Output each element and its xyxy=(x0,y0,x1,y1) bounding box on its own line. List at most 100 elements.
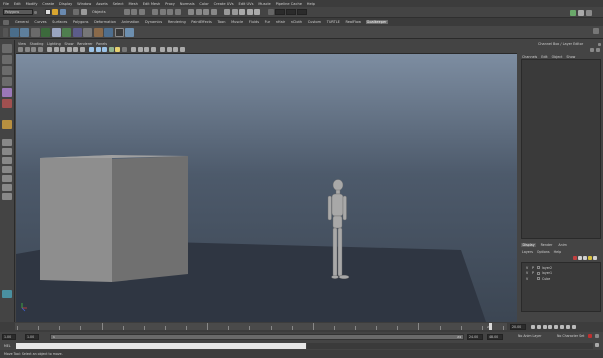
shelf-item-muscle-12-icon[interactable] xyxy=(125,27,134,37)
go-to-start-icon[interactable] xyxy=(531,325,535,329)
field-chart-icon[interactable] xyxy=(73,47,78,52)
shelf-tab-animation[interactable]: Animation xyxy=(121,20,141,24)
snap-point-icon[interactable] xyxy=(203,9,210,15)
layer-name[interactable]: layer1 xyxy=(542,271,552,275)
textured-icon[interactable] xyxy=(108,47,114,52)
select-deformations-icon[interactable] xyxy=(152,9,159,15)
current-time-marker[interactable] xyxy=(489,323,492,330)
channel-box[interactable] xyxy=(521,59,601,239)
shelf-tab-muscle[interactable]: Muscle xyxy=(230,20,244,24)
safe-action-icon[interactable] xyxy=(79,47,85,52)
select-handles-icon[interactable] xyxy=(123,9,130,15)
channel-box-mode-icon[interactable] xyxy=(590,48,594,52)
layout-custom-icon[interactable] xyxy=(2,193,12,200)
panel-menu-lighting[interactable]: Lighting xyxy=(47,42,61,46)
menu-muscle[interactable]: Muscle xyxy=(258,2,270,6)
render-settings-icon[interactable] xyxy=(254,9,261,15)
menu-window[interactable]: Window xyxy=(77,2,91,6)
layer-menu-help[interactable]: Help xyxy=(554,250,562,254)
start-time-field[interactable]: 1.00 xyxy=(2,333,16,340)
shelf-settings-icon[interactable] xyxy=(593,28,599,34)
high-quality-icon[interactable] xyxy=(150,47,156,52)
cube-side[interactable] xyxy=(112,156,188,282)
layer-tab-anim[interactable]: Anim xyxy=(557,243,568,247)
attribute-editor-toggle-icon[interactable] xyxy=(578,9,584,16)
playback-start-field[interactable]: 1.00 xyxy=(25,333,39,340)
shelf-item-muscle-5-icon[interactable] xyxy=(51,27,61,37)
shelf-tab-toon[interactable]: Toon xyxy=(216,20,226,24)
ipr-render-icon[interactable] xyxy=(246,9,253,15)
layer-color-swatch[interactable] xyxy=(537,266,540,270)
layer-name[interactable]: layer2 xyxy=(542,266,552,270)
transform-input-x[interactable] xyxy=(275,9,286,15)
layer-color-swatch[interactable] xyxy=(537,271,540,275)
shelf-tab-fluids[interactable]: Fluids xyxy=(248,20,260,24)
render-globals-icon[interactable] xyxy=(160,47,165,52)
layout-hypershade-icon[interactable] xyxy=(2,184,12,191)
new-layer-selected-icon[interactable] xyxy=(588,256,592,260)
shelf-item-muscle-11-icon[interactable] xyxy=(114,27,124,37)
shelf-tab-dynamics[interactable]: Dynamics xyxy=(144,20,163,24)
shelf-tab-painteffects[interactable]: PaintEffects xyxy=(190,20,213,24)
menu-mesh[interactable]: Mesh xyxy=(128,2,137,6)
shelf-item-muscle-9-icon[interactable] xyxy=(93,27,103,37)
wireframe-icon[interactable] xyxy=(89,47,94,52)
lasso-tool-icon[interactable] xyxy=(2,55,12,64)
range-start-handle[interactable]: 1 xyxy=(53,335,55,339)
open-scene-icon[interactable] xyxy=(52,9,58,15)
select-curves-icon[interactable] xyxy=(138,9,145,15)
gate-mask-icon[interactable] xyxy=(66,47,72,52)
transform-input-y[interactable] xyxy=(286,9,297,15)
xray-icon[interactable] xyxy=(131,47,136,52)
shelf-item-muscle-4-icon[interactable] xyxy=(41,27,50,37)
panel-menu-renderer[interactable]: Renderer xyxy=(77,42,92,46)
snapshot-icon[interactable] xyxy=(166,47,172,52)
time-ruler[interactable]: 20 xyxy=(15,323,507,330)
shelf-tab-goalkeeper[interactable]: Goalkeeper xyxy=(365,20,388,24)
grid-toggle-icon[interactable] xyxy=(47,47,52,52)
snap-grid-icon[interactable] xyxy=(188,9,195,15)
playback-end-field[interactable]: 24.00 xyxy=(467,333,483,340)
layer-tab-render[interactable]: Render xyxy=(539,243,554,247)
select-by-object-icon[interactable] xyxy=(80,9,87,15)
shelf-item-muscle-10-icon[interactable] xyxy=(104,27,113,37)
layer-color-swatch[interactable] xyxy=(537,277,540,281)
range-end-handle[interactable]: 24 xyxy=(457,335,461,339)
step-back-key-icon[interactable] xyxy=(542,325,547,329)
step-forward-icon[interactable] xyxy=(565,325,570,329)
save-scene-icon[interactable] xyxy=(59,9,66,15)
script-editor-icon[interactable] xyxy=(595,343,599,347)
auto-key-icon[interactable] xyxy=(588,334,592,338)
playback-range-bar[interactable]: 1 24 xyxy=(50,333,464,340)
shelf-tab-ncloth[interactable]: nCloth xyxy=(290,20,303,24)
menu-edit-mesh[interactable]: Edit Mesh xyxy=(143,2,161,6)
resolution-gate-icon[interactable] xyxy=(60,47,65,52)
history-icon[interactable] xyxy=(224,9,231,15)
go-to-end-icon[interactable] xyxy=(571,325,576,329)
shelf-tab-turtle[interactable]: TURTLE xyxy=(326,20,341,24)
film-gate-icon[interactable] xyxy=(53,47,59,52)
shelf-menu-icon[interactable] xyxy=(3,20,9,25)
new-layer-icon[interactable] xyxy=(583,256,587,260)
shelf-item-muscle-6-icon[interactable] xyxy=(62,27,71,37)
select-joints-icon[interactable] xyxy=(131,9,138,15)
panel-menu-shading[interactable]: Shading xyxy=(30,42,44,46)
layout-persp-outliner-icon[interactable] xyxy=(2,166,12,173)
transform-input-z[interactable] xyxy=(297,9,308,15)
render-current-icon[interactable] xyxy=(239,9,246,15)
camera-select-icon[interactable] xyxy=(18,47,23,52)
animation-preferences-icon[interactable] xyxy=(595,334,599,338)
scale-tool-icon[interactable] xyxy=(2,99,12,108)
layer-editor-mode-icon[interactable] xyxy=(596,48,600,52)
shelf-tab-deformation[interactable]: Deformation xyxy=(93,20,117,24)
snap-surface-icon[interactable] xyxy=(210,9,217,15)
time-slider[interactable]: 20 20.00 xyxy=(0,322,603,332)
menu-modify[interactable]: Modify xyxy=(26,2,38,6)
panel-menu-show[interactable]: Show xyxy=(64,42,73,46)
current-frame-field[interactable]: 20.00 xyxy=(510,324,526,330)
channel-box-toggle-icon[interactable] xyxy=(570,9,576,16)
layer-visibility-toggle[interactable]: V xyxy=(526,277,532,281)
wireframe-on-shaded-icon[interactable] xyxy=(102,47,107,52)
shelf-item-muscle-3-icon[interactable] xyxy=(30,27,40,37)
shelf-options-icon[interactable] xyxy=(3,27,8,37)
